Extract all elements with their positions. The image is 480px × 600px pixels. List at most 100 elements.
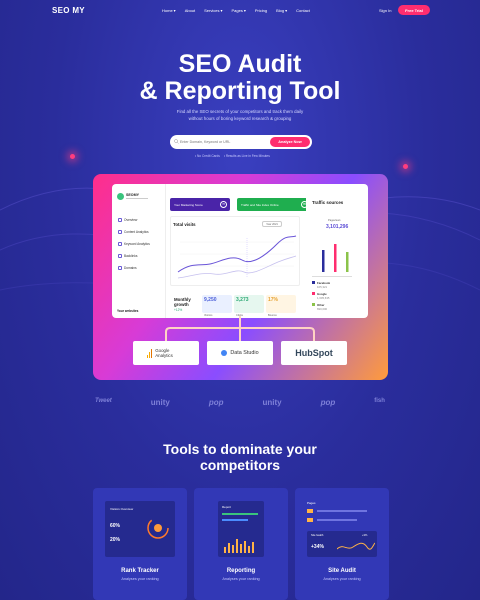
signin-link[interactable]: Sign In	[379, 8, 391, 13]
tools-title-line1: Tools to dominate your	[163, 441, 317, 457]
feature-card-site-audit[interactable]: Pages Site health +3% +34% Site Audit An…	[295, 488, 389, 600]
search-input[interactable]	[180, 137, 265, 147]
rank-value-1: 60%	[110, 523, 121, 529]
legend-other: Other 690,000	[312, 303, 327, 311]
search-bar: Analyze Now	[170, 135, 312, 149]
brand-logo-tweet: Tweet	[95, 398, 112, 404]
reporting-preview: Report	[218, 501, 264, 557]
chevron-down-icon: ▾	[285, 8, 288, 13]
doc-icon	[118, 230, 122, 234]
legend-facebook-swatch	[312, 281, 315, 284]
audit-line-1	[317, 510, 367, 512]
decorative-dot	[403, 164, 408, 169]
grid-icon	[118, 218, 122, 222]
sidebar-item-domains[interactable]: Domains	[118, 266, 137, 270]
chevron-down-icon: ▾	[220, 8, 223, 13]
traffic-index-tile: Traffic and Site Index Online 85	[237, 198, 311, 211]
chevron-down-icon: ▾	[173, 8, 176, 13]
marketing-score-value: 78	[220, 201, 227, 208]
traffic-total: 3,101,296	[326, 224, 349, 230]
sidebar-item-backlinks[interactable]: Backlinks	[118, 254, 137, 258]
hero-title-line1: SEO Audit	[178, 50, 302, 78]
site-audit-subtitle: Analyses your ranking	[323, 577, 361, 581]
report-panel-title: Report	[222, 505, 232, 509]
key-icon	[118, 242, 122, 246]
dashboard-avatar	[117, 193, 124, 200]
reporting-title: Reporting	[226, 568, 256, 574]
menu-item-pages[interactable]: Pages ▾	[232, 8, 246, 13]
brand-logos: Tweet unity pop unity pop fish	[95, 398, 385, 407]
traffic-bar-facebook	[322, 250, 325, 272]
reporting-subtitle: Analyses your ranking	[222, 577, 260, 581]
traffic-divider	[312, 276, 352, 277]
sidebar-item-overview[interactable]: Overview	[118, 218, 137, 222]
traffic-bar-other	[346, 252, 349, 272]
audit-panel-title: Pages	[307, 501, 316, 505]
chevron-down-icon: ▾	[243, 8, 246, 13]
rank-gauge	[147, 517, 169, 539]
analytics-bars-icon	[146, 348, 153, 358]
site-audit-title: Site Audit	[328, 568, 356, 574]
sidebar-item-content-analytics[interactable]: Content Analytics	[118, 230, 149, 234]
hero-notes: • No Credit Cards • Results as Live in F…	[195, 154, 270, 158]
audit-line-2	[317, 519, 357, 521]
marketing-score-tile: Your Marketing Score 78	[170, 198, 230, 211]
menu-item-contact[interactable]: Contact	[296, 8, 310, 13]
note-results-live: • Results as Live in Few Minutes	[223, 154, 270, 158]
chart-range-select[interactable]: Year 2021	[262, 221, 282, 227]
site-audit-preview: Pages Site health +3% +34%	[307, 501, 377, 557]
audit-sparkline	[337, 542, 375, 550]
report-histogram	[224, 539, 254, 553]
integration-data-studio[interactable]: Data Studio	[207, 341, 273, 365]
menu-item-blog[interactable]: Blog ▾	[276, 8, 287, 13]
legend-google-swatch	[312, 292, 315, 295]
decorative-dot	[70, 154, 75, 159]
dashboard-brand-line	[126, 198, 148, 199]
globe-icon	[118, 266, 122, 270]
rank-panel-title: Visitors Overview	[110, 507, 134, 511]
feature-card-rank-tracker[interactable]: Visitors Overview 60% 20% Rank Tracker A…	[93, 488, 187, 600]
stat-bounce: 17% Bounce	[266, 295, 296, 317]
legend-google: Google 1,605,635	[312, 292, 329, 300]
search-icon	[174, 139, 179, 144]
integration-connectors	[165, 316, 315, 342]
stat-visitors: 9,250 Visitors	[202, 295, 232, 317]
summary-title: Monthly growth	[174, 297, 191, 307]
brand-logo-pop-2: pop	[320, 398, 336, 407]
menu-item-pricing[interactable]: Pricing	[255, 8, 267, 13]
menu-item-home[interactable]: Home ▾	[162, 8, 176, 13]
free-trial-button[interactable]: Free Trial	[398, 5, 430, 15]
audit-growth-label: Site health	[311, 534, 324, 537]
rank-value-2: 20%	[110, 537, 121, 543]
link-icon	[118, 254, 122, 258]
legend-other-swatch	[312, 303, 315, 306]
menu-item-services[interactable]: Services ▾	[204, 8, 222, 13]
dashboard-brand: SEOMY	[126, 193, 139, 197]
integration-google-analytics[interactable]: Google Analytics	[133, 341, 199, 365]
brand-logo-unity-2: unity	[262, 398, 282, 407]
brand-logo-unity: unity	[150, 398, 170, 407]
websites-label: Your websites	[117, 309, 139, 313]
chart-title: Total visits	[173, 222, 196, 227]
summary-pct: +12%	[174, 308, 183, 312]
analyze-button[interactable]: Analyze Now	[270, 137, 310, 147]
traffic-sources-title: Traffic sources	[312, 200, 344, 205]
rank-tracker-title: Rank Tracker	[121, 568, 159, 574]
audit-growth-small: +3%	[362, 534, 368, 537]
traffic-bars	[322, 244, 349, 272]
brand-logo-fish: fish	[374, 398, 385, 404]
legend-facebook: Facebook 105,321	[312, 281, 330, 289]
sidebar-item-keyword-analytics[interactable]: Keyword Analytics	[118, 242, 150, 246]
brand-logo[interactable]: SEO MY	[52, 6, 85, 15]
report-bar-2	[222, 519, 248, 521]
dashboard-sidebar: SEOMY Overview Content Analytics Keyword…	[112, 184, 166, 318]
data-studio-icon	[221, 350, 228, 356]
feature-card-reporting[interactable]: Report Reporting Analyses your ranking	[194, 488, 288, 600]
tools-title-line2: competitors	[199, 457, 281, 473]
hero-subtitle-line2: without hours of boring keyword research…	[188, 116, 292, 121]
menu-item-about[interactable]: About	[185, 8, 195, 13]
brand-logo-pop: pop	[208, 398, 224, 407]
rank-tracker-preview: Visitors Overview 60% 20%	[105, 501, 175, 557]
hero-subtitle-line1: Find all the SEO secrets of your competi…	[176, 109, 304, 114]
integration-hubspot[interactable]: HubSpot	[281, 341, 347, 365]
